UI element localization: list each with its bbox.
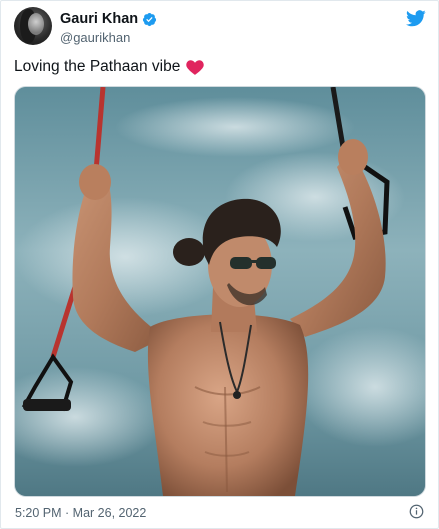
tweet-embed-card[interactable]: Gauri Khan @gaurikhan Loving the Pathaan…	[0, 0, 439, 529]
tweet-text: Loving the Pathaan vibe	[14, 57, 205, 77]
author-handle[interactable]: @gaurikhan	[60, 29, 157, 46]
tweet-photo-image	[15, 87, 425, 496]
author-info[interactable]: Gauri Khan @gaurikhan	[60, 11, 157, 46]
tweet-header: Gauri Khan @gaurikhan	[14, 7, 426, 47]
twitter-bird-icon[interactable]	[406, 10, 426, 27]
tweet-footer: 5:20 PM · Mar 26, 2022	[15, 504, 424, 522]
tweet-text-content: Loving the Pathaan vibe	[14, 58, 181, 75]
info-icon[interactable]	[409, 504, 424, 519]
avatar[interactable]	[14, 7, 52, 45]
author-name[interactable]: Gauri Khan	[60, 11, 138, 28]
verified-badge-icon	[143, 12, 157, 27]
red-heart-icon	[186, 60, 205, 75]
tweet-photo[interactable]	[14, 86, 426, 497]
tweet-timestamp[interactable]: 5:20 PM · Mar 26, 2022	[15, 506, 146, 520]
